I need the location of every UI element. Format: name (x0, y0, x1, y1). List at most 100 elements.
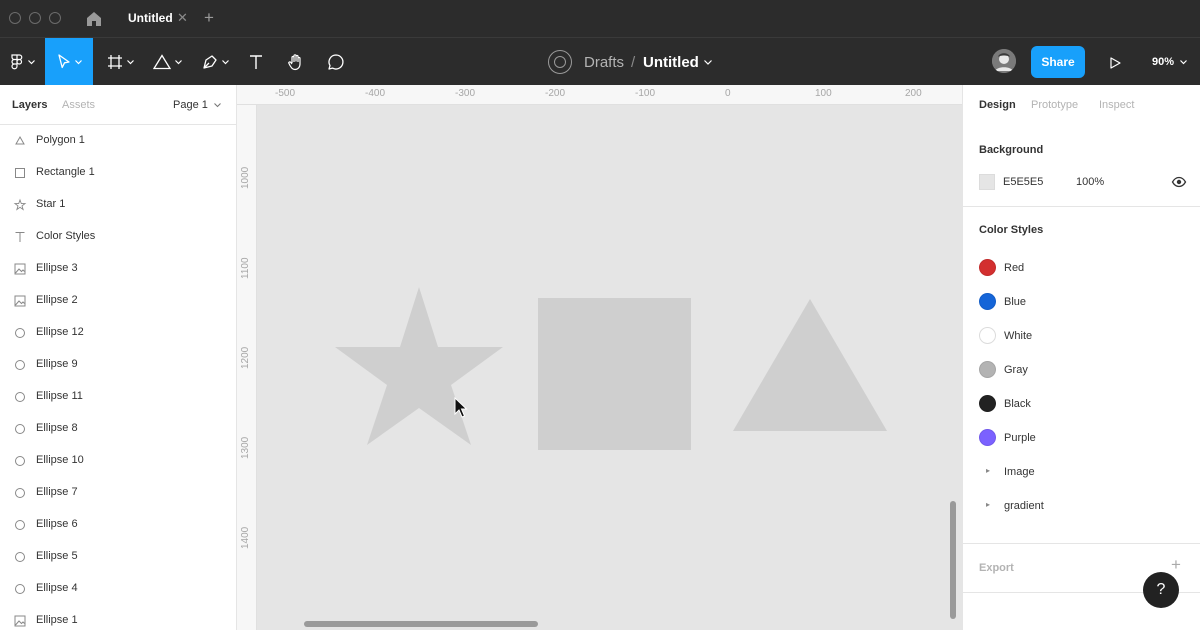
rectangle-shape[interactable] (538, 298, 691, 450)
color-swatch (979, 293, 996, 310)
export-section-title: Export (979, 562, 1014, 574)
window-minimize-dot[interactable] (29, 12, 41, 24)
file-tab[interactable]: Untitled ✕ (114, 0, 200, 37)
window-maximize-dot[interactable] (49, 12, 61, 24)
zoom-menu[interactable]: 90% (1152, 38, 1187, 86)
main-menu-button[interactable] (0, 38, 44, 86)
layer-row[interactable]: Color Styles (0, 221, 236, 253)
layer-row[interactable]: Star 1 (0, 189, 236, 221)
layer-row[interactable]: Ellipse 5 (0, 541, 236, 573)
right-panel-tabs: Design Prototype Inspect (963, 85, 1200, 125)
color-style-gray[interactable]: Gray (979, 360, 1179, 380)
shape-tool-button[interactable] (146, 38, 188, 86)
add-export-icon[interactable]: + (1171, 555, 1181, 575)
star-icon (13, 198, 27, 212)
color-style-white[interactable]: White (979, 326, 1179, 346)
eye-icon[interactable] (1171, 175, 1187, 189)
tab-close-icon[interactable]: ✕ (177, 10, 188, 26)
layer-row[interactable]: Ellipse 11 (0, 381, 236, 413)
background-hex-input[interactable]: E5E5E5 (1003, 176, 1043, 188)
rectangle-icon (13, 166, 27, 180)
tab-inspect[interactable]: Inspect (1099, 99, 1134, 111)
layer-row[interactable]: Ellipse 10 (0, 445, 236, 477)
layer-row[interactable]: Ellipse 2 (0, 285, 236, 317)
color-style-black[interactable]: Black (979, 394, 1179, 414)
ruler-tick-label: 1000 (240, 166, 251, 189)
chevron-down-icon[interactable] (704, 60, 712, 65)
window-close-dot[interactable] (9, 12, 21, 24)
color-styles-title: Color Styles (979, 224, 1044, 236)
layer-label: Ellipse 5 (36, 550, 78, 562)
present-icon[interactable] (1109, 56, 1121, 74)
layer-row[interactable]: Ellipse 4 (0, 573, 236, 605)
layer-label: Ellipse 6 (36, 518, 78, 530)
tab-assets[interactable]: Assets (62, 99, 95, 111)
caret-right-icon[interactable]: ▸ (986, 466, 990, 475)
hand-tool-button[interactable] (284, 38, 308, 86)
style-group-image[interactable]: ▸ Image (979, 462, 1179, 482)
chevron-down-icon (221, 59, 229, 64)
color-style-label: Red (1004, 262, 1025, 274)
help-button[interactable]: ? (1143, 572, 1179, 608)
layer-label: Ellipse 4 (36, 582, 78, 594)
layer-row[interactable]: Rectangle 1 (0, 157, 236, 189)
style-group-gradient[interactable]: ▸ gradient (979, 496, 1179, 516)
layer-row[interactable]: Ellipse 9 (0, 349, 236, 381)
color-swatch (979, 429, 996, 446)
color-style-blue[interactable]: Blue (979, 292, 1179, 312)
triangle-shape[interactable] (733, 299, 887, 431)
breadcrumb-separator: / (631, 53, 636, 71)
color-style-red[interactable]: Red (979, 258, 1179, 278)
background-color-swatch[interactable] (979, 174, 995, 190)
layer-row[interactable]: Ellipse 7 (0, 477, 236, 509)
home-icon[interactable] (84, 9, 104, 29)
color-style-label: Purple (1004, 432, 1036, 444)
comment-tool-button[interactable] (324, 38, 348, 86)
layer-label: Ellipse 11 (36, 390, 83, 402)
tab-prototype[interactable]: Prototype (1031, 99, 1078, 111)
layers-panel: Layers Assets Page 1 Polygon 1 Rectangle … (0, 85, 237, 630)
page-selector[interactable]: Page 1 (173, 99, 221, 111)
pen-tool-button[interactable] (194, 38, 236, 86)
layer-row[interactable]: Ellipse 8 (0, 413, 236, 445)
star-shape[interactable] (335, 287, 503, 445)
layer-row[interactable]: Polygon 1 (0, 125, 236, 157)
layer-label: Star 1 (36, 198, 66, 210)
style-group-label: Image (1004, 466, 1035, 478)
image-icon (13, 262, 27, 276)
background-section-title: Background (979, 144, 1044, 156)
new-tab-icon[interactable]: + (204, 8, 214, 28)
layer-row[interactable]: Ellipse 3 (0, 253, 236, 285)
layer-row[interactable]: Ellipse 6 (0, 509, 236, 541)
breadcrumb-file-title[interactable]: Untitled (643, 38, 699, 86)
horizontal-scrollbar[interactable] (304, 621, 538, 627)
move-tool-button[interactable] (45, 38, 93, 86)
breadcrumb-project[interactable]: Drafts (584, 38, 624, 86)
divider (963, 543, 1200, 544)
ellipse-icon (13, 518, 27, 532)
hand-icon (288, 54, 301, 71)
properties-panel: Design Prototype Inspect Background E5E5… (962, 85, 1200, 630)
layer-label: Ellipse 10 (36, 454, 84, 466)
layer-row[interactable]: Ellipse 12 (0, 317, 236, 349)
comment-icon (328, 54, 344, 70)
text-tool-button[interactable] (244, 38, 268, 86)
tab-design[interactable]: Design (979, 99, 1016, 111)
layer-row[interactable]: Ellipse 1 (0, 605, 236, 630)
zoom-level: 90% (1152, 56, 1175, 68)
ruler-horizontal: -500 -400 -300 -200 -100 0 100 200 (237, 85, 962, 105)
caret-right-icon[interactable]: ▸ (986, 500, 990, 509)
vertical-scrollbar[interactable] (950, 501, 956, 619)
frame-tool-button[interactable] (100, 38, 140, 86)
background-opacity-input[interactable]: 100% (1076, 176, 1104, 188)
tab-layers[interactable]: Layers (12, 99, 47, 111)
ruler-tick-label: -200 (545, 88, 566, 99)
layer-label: Ellipse 3 (36, 262, 78, 274)
user-avatar[interactable] (992, 49, 1016, 73)
layer-label: Ellipse 1 (36, 614, 78, 626)
color-style-purple[interactable]: Purple (979, 428, 1179, 448)
canvas[interactable]: -500 -400 -300 -200 -100 0 100 200 1000 1100 1200… (237, 85, 962, 630)
share-button[interactable]: Share (1031, 46, 1085, 78)
team-avatar-icon[interactable] (548, 50, 572, 74)
figma-logo-icon (10, 54, 22, 70)
